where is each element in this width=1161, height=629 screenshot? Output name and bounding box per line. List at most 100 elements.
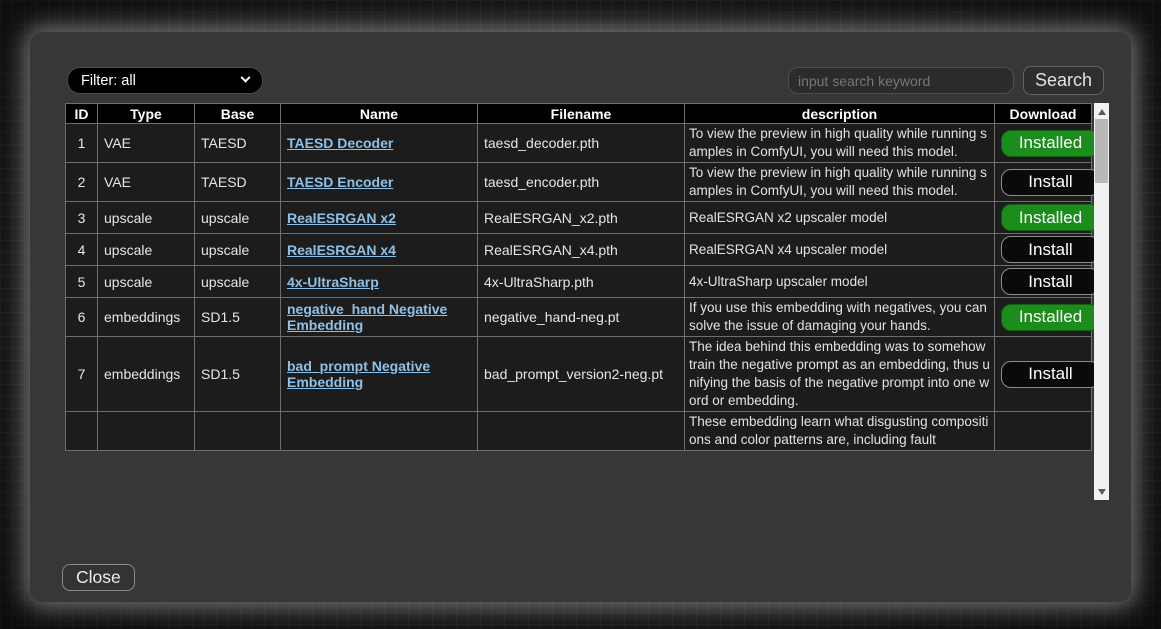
cell-base: upscale bbox=[195, 202, 281, 234]
column-header-id: ID bbox=[66, 104, 98, 124]
cell-id: 1 bbox=[66, 124, 98, 163]
model-table: IDTypeBaseNameFilenamedescriptionDownloa… bbox=[65, 103, 1092, 451]
cell-filename: taesd_encoder.pth bbox=[478, 163, 685, 202]
cell-name: bad_prompt Negative Embedding bbox=[281, 337, 478, 412]
chevron-down-icon bbox=[241, 73, 251, 83]
cell-id bbox=[66, 412, 98, 451]
cell-description: These embedding learn what disgusting co… bbox=[685, 412, 995, 451]
cell-download: Install bbox=[995, 163, 1092, 202]
cell-type: VAE bbox=[98, 163, 195, 202]
search-input[interactable] bbox=[788, 67, 1014, 94]
cell-filename: taesd_decoder.pth bbox=[478, 124, 685, 163]
cell-type bbox=[98, 412, 195, 451]
installed-button[interactable]: Installed bbox=[1001, 304, 1100, 331]
model-name-link[interactable]: RealESRGAN x4 bbox=[287, 242, 396, 258]
comfyui-canvas: Filter: all Search IDTypeBaseNameFilenam… bbox=[0, 0, 1161, 629]
model-table-body: 1VAETAESDTAESD Decodertaesd_decoder.pthT… bbox=[66, 124, 1092, 451]
cell-name: negative_hand Negative Embedding bbox=[281, 298, 478, 337]
cell-type: upscale bbox=[98, 234, 195, 266]
cell-id: 2 bbox=[66, 163, 98, 202]
table-row: 6embeddingsSD1.5negative_hand Negative E… bbox=[66, 298, 1092, 337]
cell-download: Install bbox=[995, 266, 1092, 298]
cell-id: 6 bbox=[66, 298, 98, 337]
cell-id: 4 bbox=[66, 234, 98, 266]
scrollbar-thumb[interactable] bbox=[1095, 119, 1108, 183]
installed-button[interactable]: Installed bbox=[1001, 130, 1100, 157]
cell-download: Installed bbox=[995, 124, 1092, 163]
cell-description: The idea behind this embedding was to so… bbox=[685, 337, 995, 412]
cell-base: upscale bbox=[195, 234, 281, 266]
cell-name: RealESRGAN x2 bbox=[281, 202, 478, 234]
cell-download: Installed bbox=[995, 202, 1092, 234]
column-header-description: description bbox=[685, 104, 995, 124]
search-button[interactable]: Search bbox=[1023, 66, 1104, 95]
cell-filename: RealESRGAN_x2.pth bbox=[478, 202, 685, 234]
column-header-name: Name bbox=[281, 104, 478, 124]
cell-type: embeddings bbox=[98, 337, 195, 412]
cell-id: 5 bbox=[66, 266, 98, 298]
table-row: 1VAETAESD TAESD Decoder taesd_decoder.pthT… bbox=[66, 124, 1092, 163]
cell-type: VAE bbox=[98, 124, 195, 163]
cell-filename: bad_prompt_version2-neg.pt bbox=[478, 337, 685, 412]
model-name-link[interactable]: TAESD Decoder bbox=[287, 135, 393, 151]
column-header-download: Download bbox=[995, 104, 1092, 124]
model-manager-dialog: Filter: all Search IDTypeBaseNameFilenam… bbox=[30, 32, 1131, 602]
table-row: 4upscaleupscaleRealESRGAN x4RealESRGAN_x… bbox=[66, 234, 1092, 266]
table-header-row: IDTypeBaseNameFilenamedescriptionDownloa… bbox=[66, 104, 1092, 124]
model-name-link[interactable]: TAESD Encoder bbox=[287, 174, 393, 190]
cell-filename: 4x-UltraSharp.pth bbox=[478, 266, 685, 298]
close-button[interactable]: Close bbox=[62, 564, 135, 591]
table-row: These embedding learn what disgusting co… bbox=[66, 412, 1092, 451]
model-name-link[interactable]: bad_prompt Negative Embedding bbox=[287, 358, 430, 390]
table-row: 5upscaleupscale4x-UltraSharp4x-UltraShar… bbox=[66, 266, 1092, 298]
model-name-link[interactable]: RealESRGAN x2 bbox=[287, 210, 396, 226]
table-row: 2VAETAESD TAESD Encoder taesd_encoder.pthT… bbox=[66, 163, 1092, 202]
table-row: 7embeddingsSD1.5bad_prompt Negative Embe… bbox=[66, 337, 1092, 412]
column-header-base: Base bbox=[195, 104, 281, 124]
cell-id: 3 bbox=[66, 202, 98, 234]
cell-description: To view the preview in high quality whil… bbox=[685, 163, 995, 202]
scrollbar-down-arrow-icon[interactable] bbox=[1094, 484, 1109, 499]
cell-description: If you use this embedding with negatives… bbox=[685, 298, 995, 337]
cell-download bbox=[995, 412, 1092, 451]
cell-base: SD1.5 bbox=[195, 337, 281, 412]
installed-button[interactable]: Installed bbox=[1001, 204, 1100, 231]
cell-type: embeddings bbox=[98, 298, 195, 337]
cell-id: 7 bbox=[66, 337, 98, 412]
install-button[interactable]: Install bbox=[1001, 361, 1100, 388]
model-table-container: IDTypeBaseNameFilenamedescriptionDownloa… bbox=[65, 103, 1109, 500]
table-scrollbar[interactable] bbox=[1094, 103, 1109, 500]
cell-base: TAESD bbox=[195, 124, 281, 163]
cell-description: RealESRGAN x4 upscaler model bbox=[685, 234, 995, 266]
cell-base bbox=[195, 412, 281, 451]
cell-filename bbox=[478, 412, 685, 451]
install-button[interactable]: Install bbox=[1001, 236, 1100, 263]
cell-name: RealESRGAN x4 bbox=[281, 234, 478, 266]
cell-name: 4x-UltraSharp bbox=[281, 266, 478, 298]
search-area: Search bbox=[788, 66, 1104, 95]
cell-type: upscale bbox=[98, 202, 195, 234]
cell-base: SD1.5 bbox=[195, 298, 281, 337]
cell-download: Installed bbox=[995, 298, 1092, 337]
cell-filename: RealESRGAN_x4.pth bbox=[478, 234, 685, 266]
install-button[interactable]: Install bbox=[1001, 268, 1100, 295]
cell-filename: negative_hand-neg.pt bbox=[478, 298, 685, 337]
column-header-type: Type bbox=[98, 104, 195, 124]
cell-base: upscale bbox=[195, 266, 281, 298]
cell-description: RealESRGAN x2 upscaler model bbox=[685, 202, 995, 234]
install-button[interactable]: Install bbox=[1001, 169, 1100, 196]
model-name-link[interactable]: 4x-UltraSharp bbox=[287, 274, 379, 290]
filter-select-value: Filter: all bbox=[81, 73, 136, 89]
table-row: 3upscaleupscaleRealESRGAN x2RealESRGAN_x… bbox=[66, 202, 1092, 234]
cell-download: Install bbox=[995, 337, 1092, 412]
model-name-link[interactable]: negative_hand Negative Embedding bbox=[287, 301, 447, 333]
column-header-filename: Filename bbox=[478, 104, 685, 124]
cell-description: To view the preview in high quality whil… bbox=[685, 124, 995, 163]
cell-base: TAESD bbox=[195, 163, 281, 202]
cell-name bbox=[281, 412, 478, 451]
cell-name: TAESD Decoder bbox=[281, 124, 478, 163]
cell-description: 4x-UltraSharp upscaler model bbox=[685, 266, 995, 298]
filter-select[interactable]: Filter: all bbox=[67, 67, 263, 94]
scrollbar-up-arrow-icon[interactable] bbox=[1094, 104, 1109, 119]
cell-name: TAESD Encoder bbox=[281, 163, 478, 202]
